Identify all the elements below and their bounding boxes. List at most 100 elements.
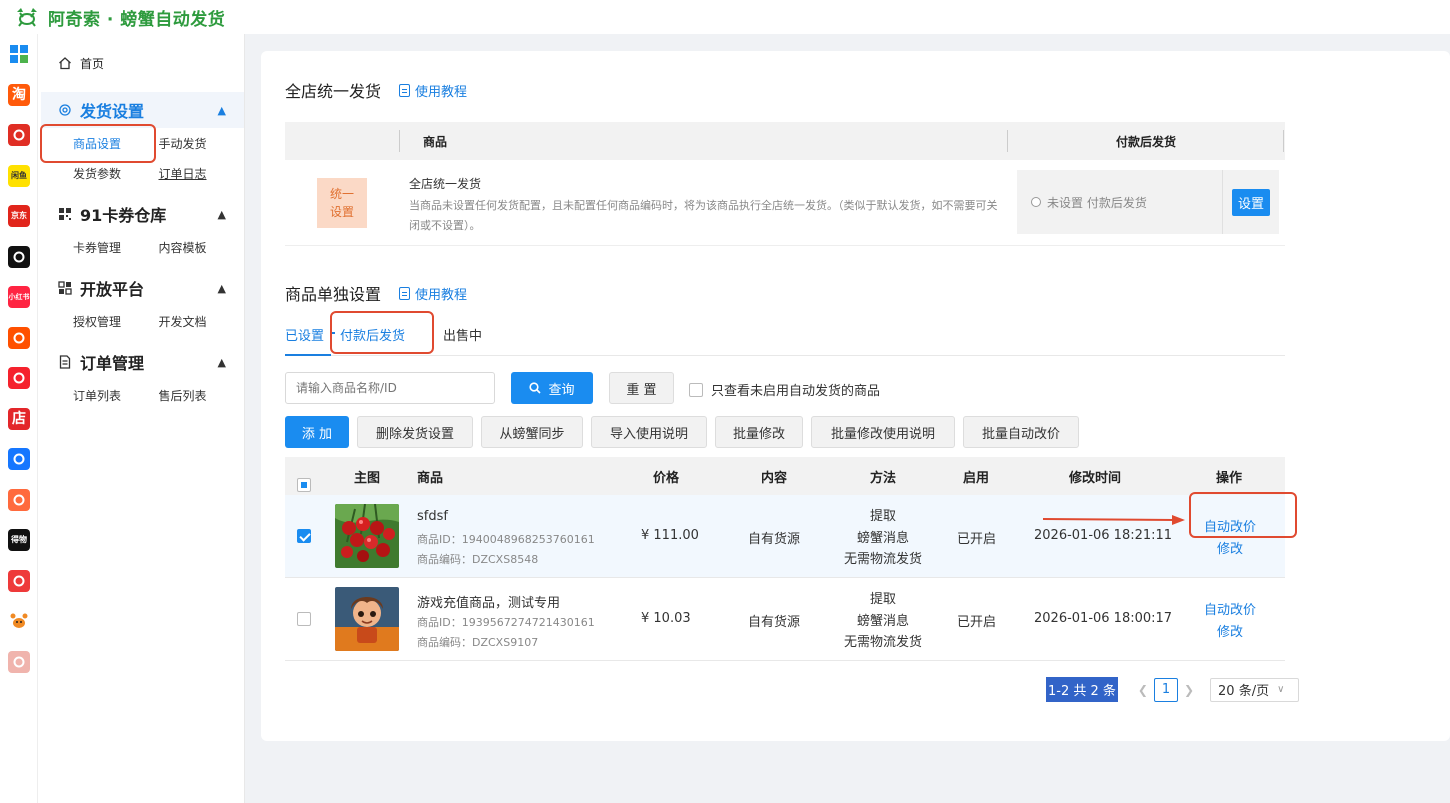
product-name: 游戏充值商品，测试专用 [417,596,561,611]
batch-auto-reprice-button[interactable]: 批量自动改价 [963,416,1079,448]
tab-configured[interactable]: 已设置 [285,325,324,344]
reset-button[interactable]: 重 置 [609,372,674,404]
page-size-select[interactable]: 20 条/页 ∨ [1210,677,1300,702]
rail-item[interactable] [0,561,38,602]
chevron-left-icon[interactable]: ❮ [1138,683,1148,697]
highlight-box [330,311,434,354]
sidebar-group-delivery-settings[interactable]: 发货设置 ▲ [41,92,244,128]
delivery-method: 提取 螃蟹消息 无需物流发货 [833,506,933,571]
sidebar-group-card-warehouse[interactable]: 91卡券仓库 ▲ [38,196,244,232]
row-checkbox[interactable] [297,529,311,543]
set-button[interactable]: 设置 [1231,188,1270,216]
sidebar-item-content-template[interactable]: 内容模板 [159,239,245,256]
tutorial-link[interactable]: 使用教程 [399,284,467,303]
product-content: 自有货源 [748,532,801,547]
rail-item[interactable] [0,358,38,399]
sidebar-group-title: 发货设置 [80,102,145,121]
column-header: 操作 [1216,471,1243,486]
page-number[interactable]: 1 [1153,677,1178,702]
shop-icon: 店 [8,407,30,430]
product-price: ¥ 111.00 [641,528,699,543]
table-row[interactable]: sfdsf 商品ID：1940048968253760161 商品编码：DZCX… [285,495,1285,578]
pagination: 1-2 共 2 条 ❮ 1 ❯ 20 条/页 ∨ [1046,677,1300,702]
auto-reprice-link[interactable]: 自动改价 [1185,600,1275,622]
tab-bar: 已设置 付款后发货 出售中 [285,323,1285,356]
sidebar-item-delivery-params[interactable]: 发货参数 [73,165,159,182]
rail-item[interactable]: 小红书 [0,277,38,318]
rail-item[interactable] [0,237,38,278]
edit-link[interactable]: 修改 [1185,622,1275,644]
rail-item[interactable] [0,34,38,75]
global-table-header: 商品 付款后发货 [285,122,1285,160]
checkbox[interactable] [689,382,703,397]
row-checkbox[interactable] [297,612,311,626]
home-icon [59,57,71,70]
sidebar-item-home[interactable]: 首页 [38,34,244,92]
rail-item[interactable]: 淘 [0,75,38,116]
rail-item[interactable]: 得物 [0,520,38,561]
rail-item[interactable] [0,439,38,480]
rail-item[interactable] [0,480,38,521]
jd-icon: 京东 [8,205,30,228]
method-line: 无需物流发货 [843,552,922,567]
sidebar-group-open-platform[interactable]: 开放平台 ▲ [38,270,244,306]
method-line: 无需物流发货 [843,635,922,650]
rail-item[interactable] [0,642,38,683]
xianyu-icon: 闲鱼 [8,164,30,187]
tutorial-link[interactable]: 使用教程 [399,81,467,100]
kuaishou-icon [8,326,30,349]
tutorial-label: 使用教程 [415,287,468,303]
query-button[interactable]: 查询 [511,372,593,404]
platform-rail: 淘闲鱼京东小红书店得物 [0,34,38,803]
rail-item[interactable] [0,318,38,359]
top-bar: 阿奇索 · 螃蟹自动发货 [0,0,1450,34]
sidebar-item-card-management[interactable]: 卡券管理 [73,239,159,256]
product-code: 商品编码：DZCXS8548 [417,553,539,566]
enabled-status: 已开启 [957,532,997,547]
edit-link[interactable]: 修改 [1185,539,1275,561]
sidebar-item-auth-management[interactable]: 授权管理 [73,313,159,330]
delete-delivery-settings-button[interactable]: 删除发货设置 [357,416,473,448]
batch-edit-button[interactable]: 批量修改 [715,416,803,448]
sidebar-item-dev-docs[interactable]: 开发文档 [159,313,245,330]
gear-icon [59,104,71,116]
main-card: 全店统一发货 使用教程 商品 付款后发货 统一 设置 全店统一发货 当商品未设置… [261,51,1450,741]
delivery-method: 提取 螃蟹消息 无需物流发货 [833,589,933,654]
modified-time: 2026-01-06 18:21:11 [1034,528,1173,543]
search-input[interactable] [285,372,495,404]
bag-icon [8,650,30,673]
query-label: 查询 [548,382,575,398]
method-line: 螃蟹消息 [856,530,909,546]
column-header: 价格 [653,471,680,486]
rail-item[interactable] [0,601,38,642]
sidebar-group-title: 开放平台 [80,280,145,299]
crab-logo-icon [14,4,40,30]
add-button[interactable]: 添 加 [285,416,349,448]
product-image [335,504,399,568]
chevron-down-icon: ∨ [1277,684,1285,695]
sidebar-item-order-log[interactable]: 订单日志 [159,165,245,182]
rail-item[interactable]: 店 [0,399,38,440]
product-price: ¥ 10.03 [641,611,691,626]
select-all-checkbox[interactable] [297,478,311,492]
sidebar-item-manual-delivery[interactable]: 手动发货 [159,135,245,152]
sidebar-item-order-list[interactable]: 订单列表 [73,387,159,404]
batch-edit-instructions-button[interactable]: 批量修改使用说明 [811,416,955,448]
sidebar-item-aftersale-list[interactable]: 售后列表 [159,387,245,404]
product-name: sfdsf [417,509,448,524]
tab-on-sale[interactable]: 出售中 [443,325,482,344]
global-row-title: 全店统一发货 [409,177,482,191]
tag-line: 统一 [329,187,354,201]
table-row[interactable]: 游戏充值商品，测试专用 商品ID：1939567274721430161 商品编… [285,578,1285,661]
chevron-right-icon[interactable]: ❯ [1184,683,1194,697]
row-actions: 自动改价 修改 [1185,600,1275,644]
sidebar-group-order-management[interactable]: 订单管理 ▲ [38,344,244,380]
sync-from-crab-button[interactable]: 从螃蟹同步 [481,416,583,448]
apps-icon [58,281,72,295]
product-image [335,587,399,651]
only-unenabled-filter[interactable]: 只查看未启用自动发货的商品 [689,380,880,399]
rail-item[interactable] [0,115,38,156]
import-instructions-button[interactable]: 导入使用说明 [591,416,707,448]
rail-item[interactable]: 京东 [0,196,38,237]
rail-item[interactable]: 闲鱼 [0,156,38,197]
